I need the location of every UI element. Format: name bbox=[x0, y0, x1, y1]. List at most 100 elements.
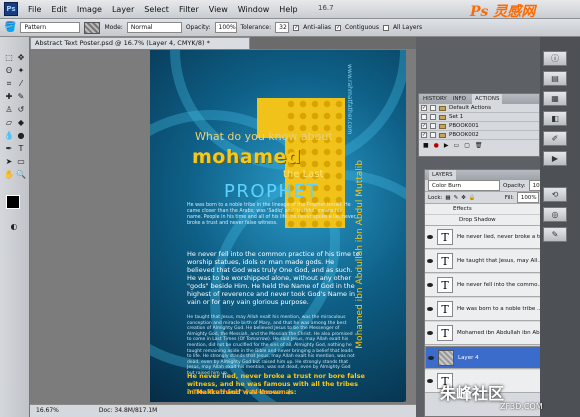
eye-icon[interactable] bbox=[427, 307, 433, 311]
status-zoom[interactable]: 16.67% bbox=[36, 405, 59, 417]
layer-name: He was born to a noble tribe ... bbox=[457, 306, 543, 312]
new-folder-icon[interactable]: ▭ bbox=[454, 142, 460, 149]
opacity-input[interactable]: 100% bbox=[214, 22, 237, 33]
eye-icon[interactable] bbox=[427, 283, 433, 287]
mode-select[interactable]: Normal bbox=[126, 22, 182, 33]
drop-shadow-row[interactable]: Drop Shadow bbox=[425, 215, 557, 226]
stop-icon[interactable]: ■ bbox=[423, 142, 429, 149]
antialias-checkbox[interactable]: ✓ bbox=[293, 24, 300, 31]
layer-row-selected[interactable]: Layer 4 bbox=[425, 346, 557, 369]
eye-icon[interactable] bbox=[427, 259, 433, 263]
action-set-row[interactable]: Set 1 bbox=[419, 113, 539, 122]
history-brush-tool-icon[interactable]: ↺ bbox=[16, 105, 26, 115]
paths-icon[interactable]: ✎ bbox=[543, 227, 567, 242]
layer-opacity-label: Opacity: bbox=[503, 182, 526, 189]
menu-layer[interactable]: Layer bbox=[112, 5, 134, 14]
text-layer-icon: T bbox=[437, 301, 453, 317]
layer-row[interactable]: T He never fell into the commo... bbox=[425, 274, 557, 297]
move-tool-icon[interactable]: ✥ bbox=[16, 53, 26, 63]
eye-icon[interactable] bbox=[427, 235, 433, 239]
channels-icon[interactable]: ◎ bbox=[543, 207, 567, 222]
lock-transparency-icon[interactable]: ▦ bbox=[445, 195, 450, 201]
eye-icon[interactable] bbox=[427, 331, 433, 335]
fill-input[interactable]: 100% bbox=[516, 192, 539, 203]
pen-tool-icon[interactable]: ✒ bbox=[4, 144, 14, 154]
lasso-tool-icon[interactable]: ʘ bbox=[4, 66, 14, 76]
clone-stamp-tool-icon[interactable]: ♙ bbox=[4, 105, 14, 115]
paint-bucket-icon[interactable]: 🪣 bbox=[4, 22, 16, 33]
tab-info[interactable]: INFO bbox=[453, 94, 466, 104]
action-set-label: PBOOK002 bbox=[449, 131, 479, 138]
menu-view[interactable]: View bbox=[209, 5, 228, 14]
menu-help[interactable]: Help bbox=[279, 5, 297, 14]
quick-mask-icon[interactable]: ◐ bbox=[9, 222, 19, 232]
eraser-tool-icon[interactable]: ▱ bbox=[4, 118, 14, 128]
magic-wand-tool-icon[interactable]: ✦ bbox=[16, 66, 26, 76]
folder-icon bbox=[439, 114, 446, 120]
action-set-row[interactable]: ✓ PBOOK001 bbox=[419, 122, 539, 131]
lock-position-icon[interactable]: ✥ bbox=[461, 195, 466, 201]
record-icon[interactable]: ● bbox=[434, 142, 439, 149]
contiguous-checkbox[interactable]: ✓ bbox=[335, 24, 342, 31]
blend-mode-select[interactable]: Color Burn bbox=[428, 180, 500, 191]
tab-layers[interactable]: LAYERS bbox=[429, 170, 456, 180]
menu-select[interactable]: Select bbox=[144, 5, 169, 14]
fill-source-select[interactable]: Pattern bbox=[20, 22, 81, 33]
pattern-swatch[interactable] bbox=[84, 21, 101, 34]
type-tool-icon[interactable]: T bbox=[16, 144, 26, 154]
menu-image[interactable]: Image bbox=[77, 5, 102, 14]
lock-pixels-icon[interactable]: ✎ bbox=[454, 195, 459, 201]
actions-icon[interactable]: ▶ bbox=[543, 151, 567, 166]
healing-brush-tool-icon[interactable]: ✚ bbox=[4, 92, 14, 102]
menu-filter[interactable]: Filter bbox=[179, 5, 199, 14]
foreground-color-swatch[interactable] bbox=[6, 195, 20, 209]
antialias-label: Anti-alias bbox=[303, 24, 332, 31]
menu-file[interactable]: File bbox=[28, 5, 41, 14]
menu-edit[interactable]: Edit bbox=[51, 5, 67, 14]
swatches-icon[interactable]: ▦ bbox=[543, 91, 567, 106]
contiguous-label: Contiguous bbox=[345, 24, 379, 31]
delete-icon[interactable]: 🗑 bbox=[475, 142, 483, 149]
eyedropper-tool-icon[interactable]: ⁄ bbox=[16, 79, 26, 89]
shape-tool-icon[interactable]: ▭ bbox=[16, 157, 26, 167]
hand-tool-icon[interactable]: ✋ bbox=[4, 170, 14, 180]
lock-all-icon[interactable]: 🔒 bbox=[469, 195, 476, 201]
actions-panel-tabs: HISTORY INFO ACTIONS bbox=[419, 94, 539, 104]
document-tab[interactable]: Abstract Text Poster.psd @ 16.7% (Layer … bbox=[30, 37, 250, 49]
layer-row[interactable]: T He never lied, never broke a tr... bbox=[425, 226, 557, 249]
layers-blend-row: Color Burn Opacity: 100% bbox=[425, 180, 557, 192]
action-set-row[interactable]: ✓ PBOOK002 bbox=[419, 131, 539, 140]
zoom-tool-icon[interactable]: 🔍 bbox=[16, 170, 26, 180]
effects-row[interactable]: Effects bbox=[425, 204, 557, 215]
tolerance-input[interactable]: 32 bbox=[275, 22, 290, 33]
layers-icon[interactable]: ▤ bbox=[543, 71, 567, 86]
play-icon[interactable]: ▶ bbox=[444, 142, 449, 149]
blur-tool-icon[interactable]: 💧 bbox=[4, 131, 14, 141]
status-doc-size: Doc: 34.8M/817.1M bbox=[98, 407, 158, 414]
info-icon[interactable]: ⓘ bbox=[543, 51, 567, 66]
history-icon[interactable]: ⟲ bbox=[543, 187, 567, 202]
styles-icon[interactable]: ◧ bbox=[543, 111, 567, 126]
paint-bucket-tool-icon[interactable]: ◆ bbox=[16, 118, 26, 128]
layer-row[interactable]: T He taught that Jesus, may All... bbox=[425, 250, 557, 273]
brushes-icon[interactable]: ✐ bbox=[543, 131, 567, 146]
crop-tool-icon[interactable]: ⌗ bbox=[4, 79, 14, 89]
poster-artwork[interactable]: www.rahmatfather.com What do you know ab… bbox=[150, 50, 406, 402]
brush-tool-icon[interactable]: ✎ bbox=[16, 92, 26, 102]
poster-url: www.rahmatfather.com bbox=[346, 64, 353, 135]
all-layers-checkbox[interactable] bbox=[382, 24, 389, 31]
menu-window[interactable]: Window bbox=[238, 5, 270, 14]
zoom-level-display[interactable]: 16.7 bbox=[318, 4, 334, 12]
eye-icon[interactable] bbox=[428, 355, 434, 360]
dodge-tool-icon[interactable]: ● bbox=[16, 131, 26, 141]
marquee-tool-icon[interactable]: ⬚ bbox=[4, 53, 14, 63]
action-set-row[interactable]: ✓ Default Actions bbox=[419, 104, 539, 113]
new-action-icon[interactable]: ▢ bbox=[464, 142, 470, 149]
path-selection-tool-icon[interactable]: ➤ bbox=[4, 157, 14, 167]
tolerance-label: Tolerance: bbox=[240, 24, 272, 31]
eye-icon[interactable] bbox=[427, 379, 433, 383]
layer-row[interactable]: T Mohamed ibn Abdullah ibn Ab... bbox=[425, 322, 557, 345]
tab-history[interactable]: HISTORY bbox=[423, 94, 447, 104]
layer-row[interactable]: T He was born to a noble tribe ... bbox=[425, 298, 557, 321]
tab-actions[interactable]: ACTIONS bbox=[472, 94, 503, 104]
